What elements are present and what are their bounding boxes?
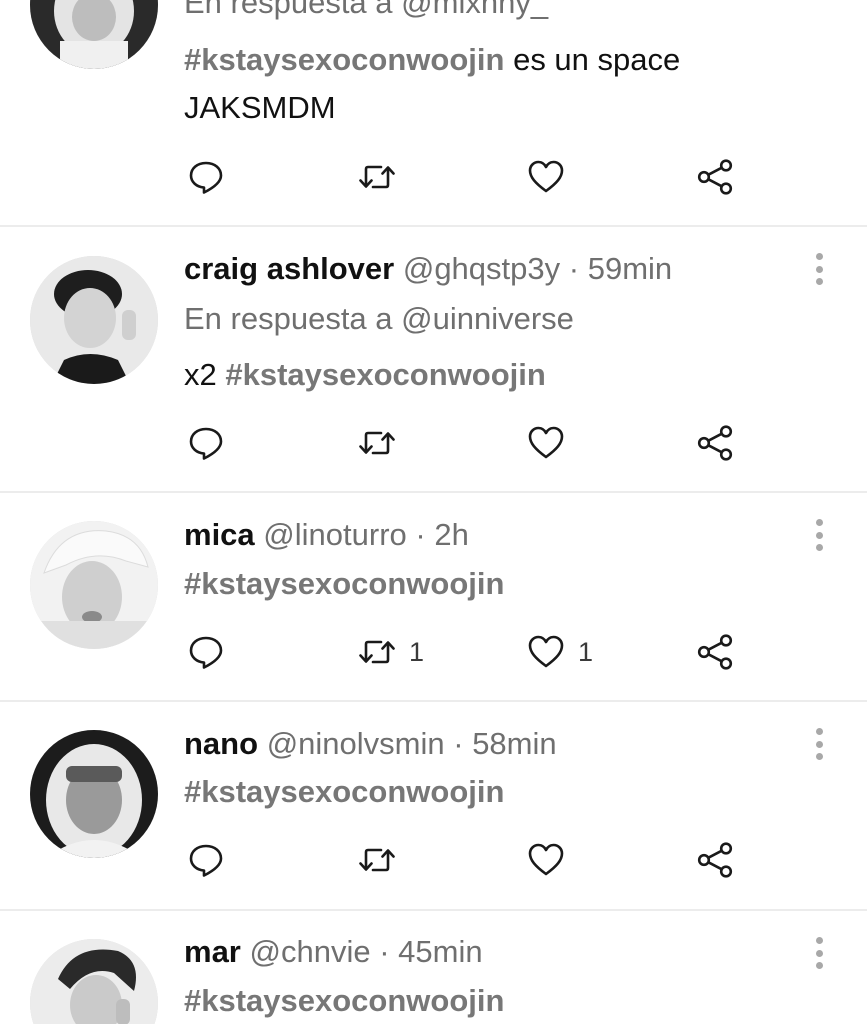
retweet-icon	[357, 423, 397, 463]
tweet-text-segment: x2	[184, 357, 217, 392]
heart-icon	[526, 632, 566, 672]
avatar[interactable]	[30, 256, 158, 384]
hashtag-link[interactable]: #kstaysexoconwoojin	[184, 983, 504, 1018]
hashtag-link[interactable]: #kstaysexoconwoojin	[184, 566, 504, 601]
avatar[interactable]	[30, 521, 158, 649]
user-handle[interactable]: @ninolvsmin	[267, 726, 445, 761]
heart-icon	[526, 840, 566, 880]
share-button[interactable]	[695, 632, 735, 672]
share-icon	[695, 157, 735, 197]
reply-to-link[interactable]: @mixnny_	[401, 0, 548, 20]
tweet-header: nano @ninolvsmin · 58min	[184, 725, 557, 763]
more-options-button[interactable]	[812, 937, 826, 969]
more-options-button[interactable]	[812, 253, 826, 285]
share-icon	[695, 423, 735, 463]
avatar[interactable]	[30, 730, 158, 858]
retweet-button[interactable]	[357, 423, 397, 463]
retweet-button[interactable]	[357, 157, 397, 197]
like-count: 1	[578, 636, 594, 667]
reply-prefix: En respuesta a	[184, 0, 393, 20]
avatar-image	[30, 0, 158, 69]
avatar-image	[30, 521, 158, 649]
tweet[interactable]: mar @chnvie · 45min #kstaysexoconwoojin	[0, 911, 867, 1024]
reply-context: En respuesta a @mixnny_	[184, 0, 548, 22]
share-button[interactable]	[695, 157, 735, 197]
tweet-text: #kstaysexoconwoojin	[184, 982, 504, 1020]
heart-icon	[526, 423, 566, 463]
retweet-icon	[357, 632, 397, 672]
avatar-image	[30, 939, 158, 1024]
heart-icon	[526, 157, 566, 197]
like-button[interactable]	[526, 423, 566, 463]
display-name[interactable]: mica	[184, 517, 255, 552]
user-handle[interactable]: @linoturro	[263, 517, 406, 552]
retweet-icon	[357, 840, 397, 880]
more-options-button[interactable]	[812, 728, 826, 760]
timestamp[interactable]: 45min	[398, 934, 482, 969]
tweet-text: #kstaysexoconwoojin es un space	[184, 41, 680, 79]
retweet-count: 1	[409, 636, 425, 667]
user-handle[interactable]: @ghqstp3y	[403, 251, 560, 286]
separator: ·	[415, 517, 426, 552]
avatar[interactable]	[30, 0, 158, 69]
separator: ·	[453, 726, 464, 761]
avatar-image	[30, 730, 158, 858]
reply-icon	[186, 157, 226, 197]
avatar[interactable]	[30, 939, 158, 1024]
reply-button[interactable]	[186, 157, 226, 197]
retweet-button[interactable]: 1	[357, 632, 424, 672]
share-button[interactable]	[695, 840, 735, 880]
reply-prefix: En respuesta a	[184, 301, 393, 336]
tweet-text-segment: JAKSMDM	[184, 90, 336, 125]
reply-icon	[186, 632, 226, 672]
share-button[interactable]	[695, 423, 735, 463]
timestamp[interactable]: 59min	[588, 251, 672, 286]
separator: ·	[379, 934, 390, 969]
more-options-icon	[815, 937, 823, 944]
more-options-icon	[815, 519, 823, 526]
reply-to-link[interactable]: @uinniverse	[401, 301, 574, 336]
like-button[interactable]: 1	[526, 632, 593, 672]
tweet-text: x2 #kstaysexoconwoojin	[184, 356, 546, 394]
tweet-text: #kstaysexoconwoojin	[184, 773, 504, 811]
like-button[interactable]	[526, 157, 566, 197]
reply-icon	[186, 840, 226, 880]
retweet-button[interactable]	[357, 840, 397, 880]
avatar-image	[30, 256, 158, 384]
hashtag-link[interactable]: #kstaysexoconwoojin	[225, 357, 545, 392]
like-button[interactable]	[526, 840, 566, 880]
share-icon	[695, 840, 735, 880]
tweet-header: mica @linoturro · 2h	[184, 516, 469, 554]
display-name[interactable]: mar	[184, 934, 241, 969]
tweet[interactable]: mica @linoturro · 2h #kstaysexoconwoojin…	[0, 493, 867, 700]
reply-context: En respuesta a @uinniverse	[184, 300, 574, 338]
reply-button[interactable]	[186, 840, 226, 880]
more-options-icon	[815, 728, 823, 735]
tweet-header: craig ashlover @ghqstp3y · 59min	[184, 250, 672, 288]
tweet[interactable]: nano @ninolvsmin · 58min #kstaysexoconwo…	[0, 702, 867, 909]
tweet-text-segment: es un space	[513, 42, 681, 77]
retweet-icon	[357, 157, 397, 197]
tweet-text: #kstaysexoconwoojin	[184, 565, 504, 603]
more-options-button[interactable]	[812, 519, 826, 551]
tweet[interactable]: craig ashlover @ghqstp3y · 59min En resp…	[0, 227, 867, 491]
display-name[interactable]: nano	[184, 726, 258, 761]
tweet-text-line: JAKSMDM	[184, 89, 336, 127]
more-options-icon	[815, 253, 823, 260]
hashtag-link[interactable]: #kstaysexoconwoojin	[184, 774, 504, 809]
reply-icon	[186, 423, 226, 463]
share-icon	[695, 632, 735, 672]
timestamp[interactable]: 58min	[472, 726, 556, 761]
reply-button[interactable]	[186, 632, 226, 672]
separator: ·	[568, 251, 580, 286]
tweet-header: mar @chnvie · 45min	[184, 933, 483, 971]
display-name[interactable]: craig ashlover	[184, 251, 394, 286]
timestamp[interactable]: 2h	[434, 517, 468, 552]
user-handle[interactable]: @chnvie	[250, 934, 371, 969]
reply-button[interactable]	[186, 423, 226, 463]
tweet[interactable]: En respuesta a @mixnny_ #kstaysexoconwoo…	[0, 0, 867, 226]
hashtag-link[interactable]: #kstaysexoconwoojin	[184, 42, 504, 77]
